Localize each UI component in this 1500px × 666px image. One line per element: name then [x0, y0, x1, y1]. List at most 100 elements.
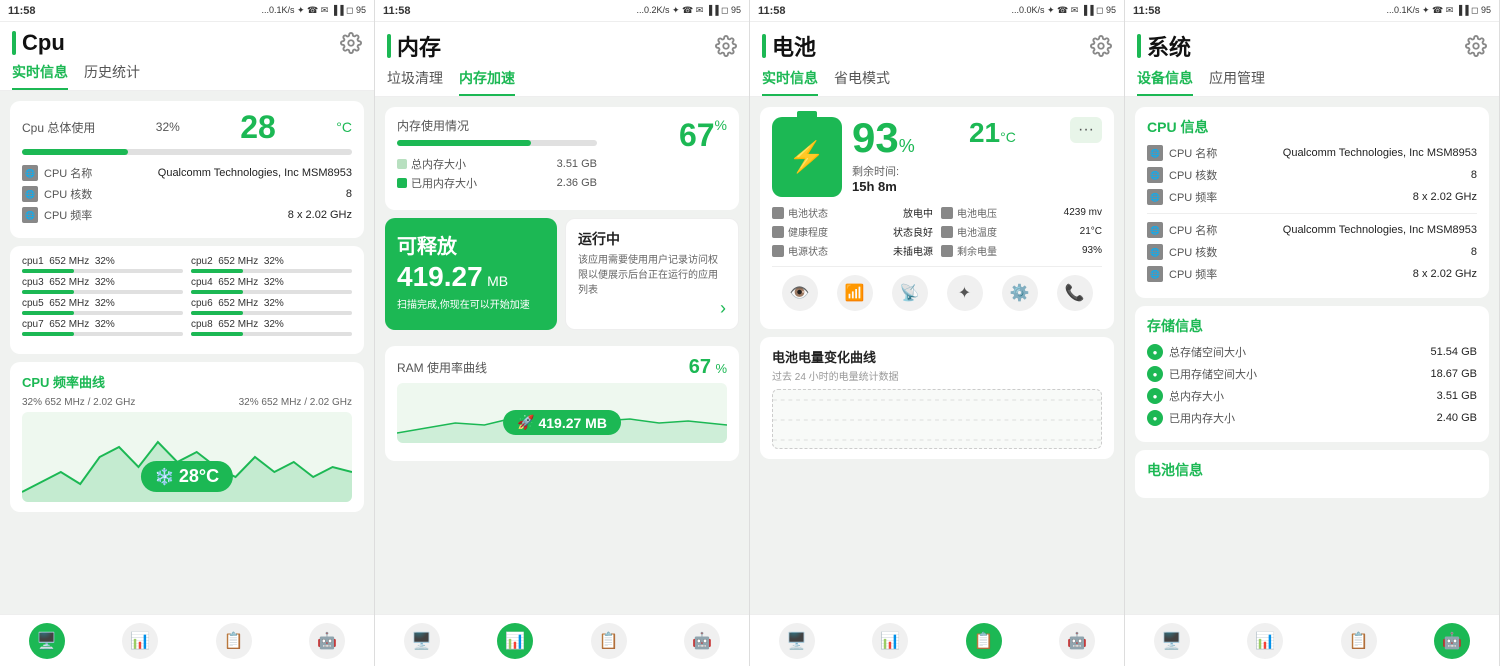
core-8: cpu8 652 MHz 32% — [191, 319, 352, 336]
nav-cpu-list[interactable]: 📋 — [216, 623, 252, 659]
battery-info-grid: 电池状态 放电中 电池电压 4239 mv 健康程度 状态良好 电池温度 21°… — [772, 205, 1102, 258]
core-1: cpu1 652 MHz 32% — [22, 256, 183, 273]
bq-phone[interactable]: 📞 — [1057, 275, 1093, 311]
sys-cpu-freq-icon-1: 🌐 — [1147, 189, 1163, 205]
sys-bottom-nav: 🖥️ 📊 📋 🤖 — [1125, 614, 1499, 666]
cpu-usage-label: Cpu 总体使用 — [22, 119, 95, 136]
tab-history-cpu[interactable]: 历史统计 — [84, 62, 140, 90]
cpu-progress-fill — [22, 149, 128, 155]
nav-cpu-chart[interactable]: 📊 — [122, 623, 158, 659]
nav-sys-home[interactable]: 🖥️ — [1154, 623, 1190, 659]
bq-settings[interactable]: ⚙️ — [1002, 275, 1038, 311]
sys-used-storage: ● 已用存储空间大小 18.67 GB — [1147, 366, 1477, 382]
ram-chart-card: RAM 使用率曲线 67 % 🚀 419.27 MB — [385, 346, 739, 461]
ram-chart-title: RAM 使用率曲线 — [397, 359, 487, 376]
sys-content: CPU 信息 🌐 CPU 名称 Qualcomm Technologies, I… — [1125, 97, 1499, 614]
sys-status-bar: 11:58 ...0.1K/s ✦ ☎ ✉ ▐▐ ◻ 95 — [1125, 0, 1499, 22]
sys-settings-icon[interactable] — [1465, 35, 1487, 57]
tab-device-info[interactable]: 设备信息 — [1137, 68, 1193, 96]
battery-remaining: 剩余时间: 15h 8m — [852, 163, 1102, 194]
nav-mem-bot[interactable]: 🤖 — [684, 623, 720, 659]
nav-bat-home[interactable]: 🖥️ — [779, 623, 815, 659]
bat-chart-area — [772, 389, 1102, 449]
cpu-header: Cpu 实时信息 历史统计 — [0, 22, 374, 91]
bat-state: 电池状态 放电中 — [772, 205, 933, 220]
nav-mem-chart[interactable]: 📊 — [497, 623, 533, 659]
bq-wifi[interactable]: 📶 — [837, 275, 873, 311]
cpu-freq-title: CPU 频率曲线 — [22, 372, 352, 391]
nav-sys-bot[interactable]: 🤖 — [1434, 623, 1470, 659]
cpu-cores-card: cpu1 652 MHz 32% cpu2 652 MHz 32% cpu3 6… — [10, 246, 364, 354]
sys-cpu-name-icon-1: 🌐 — [1147, 145, 1163, 161]
running-arrow[interactable]: › — [578, 298, 726, 319]
running-card: 运行中 该应用需要使用用户记录访问权限以便展示后台正在运行的应用列表 › — [565, 218, 739, 330]
sys-time: 11:58 — [1133, 5, 1161, 17]
nav-sys-chart[interactable]: 📊 — [1247, 623, 1283, 659]
sys-cpu-card: CPU 信息 🌐 CPU 名称 Qualcomm Technologies, I… — [1135, 107, 1489, 298]
nav-cpu-home[interactable]: 🖥️ — [29, 623, 65, 659]
nav-sys-list[interactable]: 📋 — [1341, 623, 1377, 659]
sys-cpu-cores-icon-1: 🌐 — [1147, 167, 1163, 183]
mem-title: 内存 — [387, 30, 441, 62]
bat-top-card: ⚡ 93% 21°C ··· 剩余时间: 15h 8m — [760, 107, 1114, 329]
snowflake-icon: ❄️ — [155, 467, 175, 487]
tab-mem-boost[interactable]: 内存加速 — [459, 68, 515, 96]
nav-bat-chart[interactable]: 📊 — [872, 623, 908, 659]
bat-temp: 电池温度 21°C — [941, 224, 1102, 239]
cpu-globe-icon: 🌐 — [22, 165, 38, 181]
sys-battery-title: 电池信息 — [1147, 460, 1477, 480]
battery-quick-icons: 👁️ 📶 📡 ✦ ⚙️ 📞 — [772, 266, 1102, 319]
sys-used-mem: ● 已用内存大小 2.40 GB — [1147, 410, 1477, 426]
nav-mem-home[interactable]: 🖥️ — [404, 623, 440, 659]
cpu-cores-value: 8 — [104, 188, 352, 200]
mem-usage-card: 内存使用情况 总内存大小 3.51 GB — [385, 107, 739, 210]
battery-icon: ⚡ — [772, 117, 842, 197]
bq-signal[interactable]: 📡 — [892, 275, 928, 311]
bat-chart-card: 电池电量变化曲线 过去 24 小时的电量统计数据 — [760, 337, 1114, 459]
bat-settings-icon[interactable] — [1090, 35, 1112, 57]
sys-total-mem: ● 总内存大小 3.51 GB — [1147, 388, 1477, 404]
tab-bat-saver[interactable]: 省电模式 — [834, 68, 890, 96]
release-card: 可释放 419.27 MB 扫描完成,你现在可以开始加速 — [385, 218, 557, 330]
tab-garbage[interactable]: 垃圾清理 — [387, 68, 443, 96]
cpu-tabs: 实时信息 历史统计 — [12, 62, 362, 90]
cpu-status-bar: 11:58 ...0.1K/s ✦ ☎ ✉ ▐▐ ◻ 95 — [0, 0, 374, 22]
battery-panel: 11:58 ...0.0K/s ✦ ☎ ✉ ▐▐ ◻ 95 电池 实时信息 省电… — [750, 0, 1125, 666]
mem-status-bar: 11:58 ...0.2K/s ✦ ☎ ✉ ▐▐ ◻ 95 — [375, 0, 749, 22]
release-running-row: 可释放 419.27 MB 扫描完成,你现在可以开始加速 运行中 该应用需要使用… — [385, 218, 739, 338]
nav-bat-list[interactable]: 📋 — [966, 623, 1002, 659]
cpu-settings-icon[interactable] — [340, 32, 362, 54]
sys-title: 系统 — [1137, 30, 1191, 62]
sys-cpu-name-2: 🌐 CPU 名称 Qualcomm Technologies, Inc MSM8… — [1147, 222, 1477, 238]
mem-settings-icon[interactable] — [715, 35, 737, 57]
core-2: cpu2 652 MHz 32% — [191, 256, 352, 273]
cpu-freq-label: CPU 频率 — [44, 207, 104, 223]
cpu-freq-card: CPU 频率曲线 32% 652 MHz / 2.02 GHz 32% 652 … — [10, 362, 364, 512]
cpu-cores-label: CPU 核数 — [44, 186, 104, 202]
sys-cpu-freq-icon-2: 🌐 — [1147, 266, 1163, 282]
cpu-cores-grid: cpu1 652 MHz 32% cpu2 652 MHz 32% cpu3 6… — [22, 256, 352, 336]
sys-cpu-cores-2: 🌐 CPU 核数 8 — [1147, 244, 1477, 260]
nav-bat-bot[interactable]: 🤖 — [1059, 623, 1095, 659]
sys-storage-card: 存储信息 ● 总存储空间大小 51.54 GB ● 已用存储空间大小 18.67… — [1135, 306, 1489, 442]
nav-mem-list[interactable]: 📋 — [591, 623, 627, 659]
mem-legend: 总内存大小 3.51 GB 已用内存大小 2.36 GB — [397, 156, 597, 191]
system-panel: 11:58 ...0.1K/s ✦ ☎ ✉ ▐▐ ◻ 95 系统 设备信息 应用… — [1125, 0, 1500, 666]
bat-tabs: 实时信息 省电模式 — [762, 68, 1112, 96]
nav-cpu-bot[interactable]: 🤖 — [309, 623, 345, 659]
sys-cpu-name-1: 🌐 CPU 名称 Qualcomm Technologies, Inc MSM8… — [1147, 145, 1477, 161]
release-title: 可释放 — [397, 230, 545, 259]
tab-bat-realtime[interactable]: 实时信息 — [762, 68, 818, 96]
storage-icon-1: ● — [1147, 344, 1163, 360]
tab-realtime-cpu[interactable]: 实时信息 — [12, 62, 68, 90]
running-title: 运行中 — [578, 229, 726, 249]
bq-eye[interactable]: 👁️ — [782, 275, 818, 311]
mem-progress-fill — [397, 140, 531, 146]
tab-app-mgmt[interactable]: 应用管理 — [1209, 68, 1265, 96]
bat-header: 电池 实时信息 省电模式 — [750, 22, 1124, 97]
bq-bluetooth[interactable]: ✦ — [947, 275, 983, 311]
battery-more-btn[interactable]: ··· — [1070, 117, 1102, 143]
sys-cpu-cores-icon-2: 🌐 — [1147, 244, 1163, 260]
mem-time: 11:58 — [383, 5, 411, 17]
battery-pct: 93 — [852, 114, 899, 161]
